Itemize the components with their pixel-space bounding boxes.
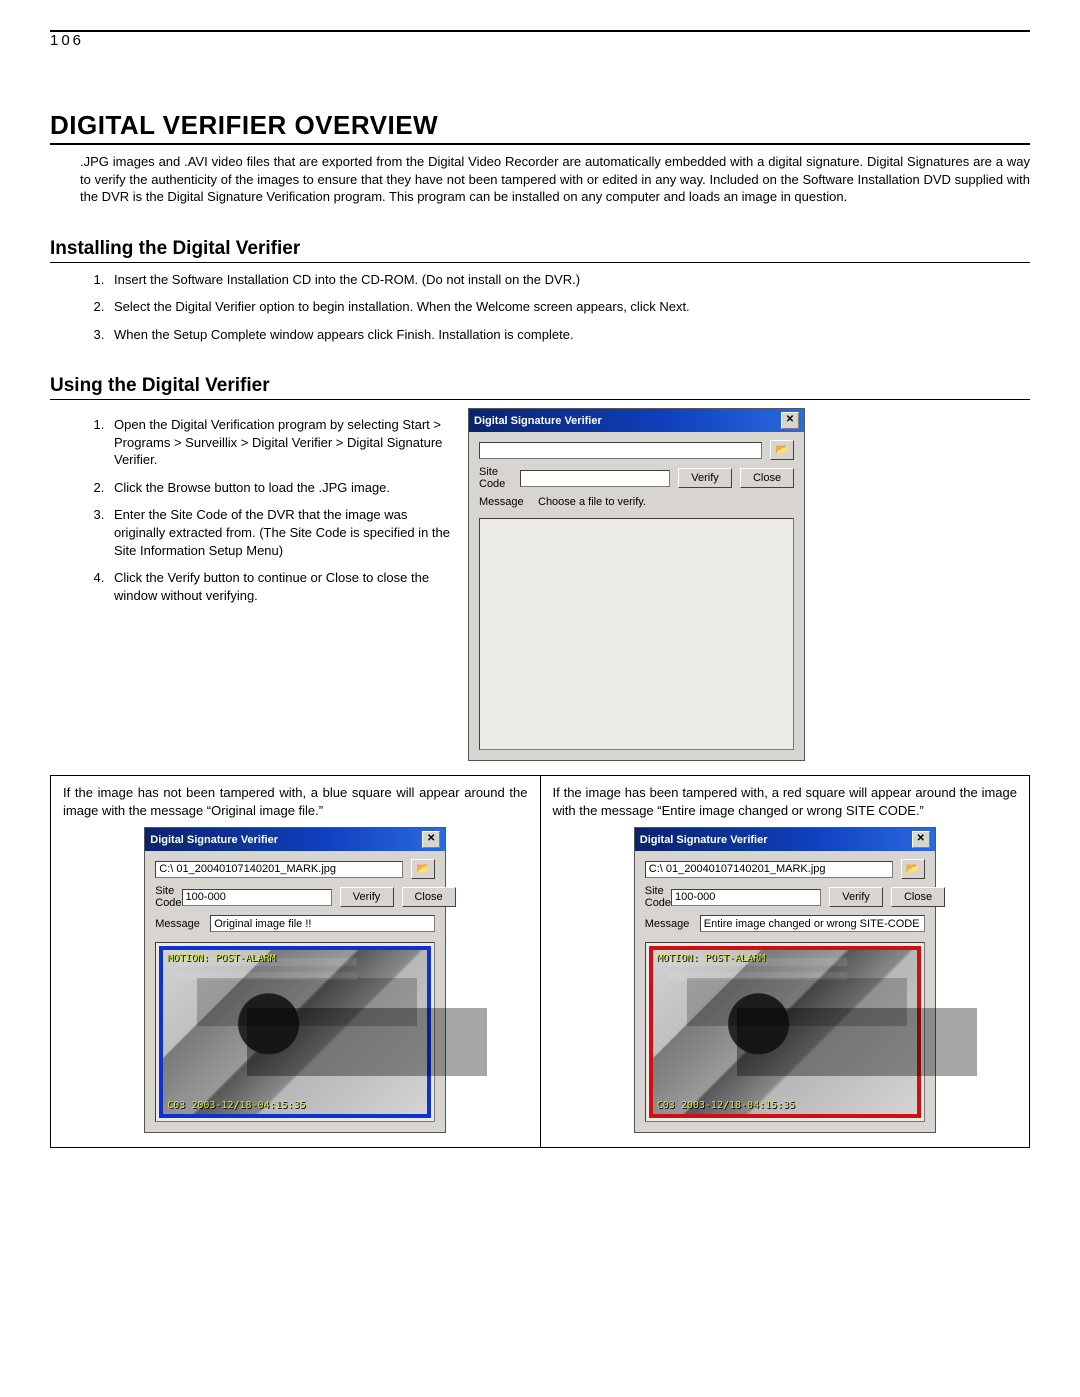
close-button[interactable]: Close — [891, 887, 945, 907]
folder-open-icon: 📂 — [906, 863, 920, 875]
list-item: Insert the Software Installation CD into… — [108, 271, 1030, 289]
sitecode-label: Site Code — [479, 466, 520, 490]
list-item: Open the Digital Verification program by… — [108, 416, 450, 469]
close-icon[interactable]: ✕ — [912, 831, 930, 848]
file-path-input[interactable] — [479, 442, 762, 459]
list-item: Enter the Site Code of the DVR that the … — [108, 506, 450, 559]
results-table: If the image has not been tampered with,… — [50, 775, 1030, 1148]
install-heading: Installing the Digital Verifier — [50, 238, 1030, 263]
close-icon[interactable]: ✕ — [781, 412, 799, 429]
browse-button[interactable]: 📂 — [901, 859, 925, 879]
list-item: When the Setup Complete window appears c… — [108, 326, 1030, 344]
using-heading: Using the Digital Verifier — [50, 375, 1030, 400]
titlebar[interactable]: Digital Signature Verifier ✕ — [145, 828, 445, 851]
verify-button[interactable]: Verify — [678, 468, 732, 488]
folder-open-icon: 📂 — [775, 444, 789, 456]
list-item: Click the Browse button to load the .JPG… — [108, 479, 450, 497]
sitecode-label: Site Code — [645, 885, 671, 909]
main-heading: DIGITAL VERIFIER OVERVIEW — [50, 110, 1030, 145]
list-item: Select the Digital Verifier option to be… — [108, 298, 1030, 316]
sitecode-input[interactable] — [520, 470, 670, 487]
file-path-input[interactable] — [155, 861, 403, 878]
message-label: Message — [155, 918, 210, 930]
cctv-overlay-bottom: C03 2003-12/18-04:15:35 — [657, 1100, 913, 1111]
cctv-overlay-top: MOTION: POST-ALARM — [657, 953, 913, 964]
message-label: Message — [479, 496, 534, 508]
list-item: Click the Verify button to continue or C… — [108, 569, 450, 604]
titlebar[interactable]: Digital Signature Verifier ✕ — [469, 409, 804, 432]
sitecode-input[interactable] — [671, 889, 821, 906]
good-result-description: If the image has not been tampered with,… — [63, 784, 528, 819]
close-icon[interactable]: ✕ — [422, 831, 440, 848]
message-text — [700, 915, 925, 932]
cctv-image: MOTION: POST-ALARM C03 2003-12/18-04:15:… — [653, 950, 917, 1114]
verifier-window-good: Digital Signature Verifier ✕ 📂 — [144, 827, 446, 1133]
page-number: 106 — [50, 32, 90, 49]
sitecode-label: Site Code — [155, 885, 181, 909]
message-label: Message — [645, 918, 700, 930]
browse-button[interactable]: 📂 — [411, 859, 435, 879]
titlebar[interactable]: Digital Signature Verifier ✕ — [635, 828, 935, 851]
message-text: Choose a file to verify. — [534, 496, 646, 508]
verified-bad-frame: MOTION: POST-ALARM C03 2003-12/18-04:15:… — [649, 946, 921, 1118]
folder-open-icon: 📂 — [416, 863, 430, 875]
window-title: Digital Signature Verifier — [150, 834, 278, 846]
browse-button[interactable]: 📂 — [770, 440, 794, 460]
cctv-overlay-bottom: C03 2003-12/18-04:15:35 — [167, 1100, 423, 1111]
image-preview-empty — [479, 518, 794, 750]
image-preview-bad: MOTION: POST-ALARM C03 2003-12/18-04:15:… — [645, 942, 925, 1122]
window-title: Digital Signature Verifier — [640, 834, 768, 846]
install-steps-list: Insert the Software Installation CD into… — [78, 271, 1030, 344]
bad-result-description: If the image has been tampered with, a r… — [553, 784, 1018, 819]
close-button[interactable]: Close — [402, 887, 456, 907]
verifier-window-bad: Digital Signature Verifier ✕ 📂 — [634, 827, 936, 1133]
file-path-input[interactable] — [645, 861, 893, 878]
sitecode-input[interactable] — [182, 889, 332, 906]
using-steps-list: Open the Digital Verification program by… — [78, 416, 450, 604]
page-header: 106 — [50, 30, 1030, 50]
cctv-overlay-top: MOTION: POST-ALARM — [167, 953, 423, 964]
close-button[interactable]: Close — [740, 468, 794, 488]
cctv-image: MOTION: POST-ALARM C03 2003-12/18-04:15:… — [163, 950, 427, 1114]
image-preview-good: MOTION: POST-ALARM C03 2003-12/18-04:15:… — [155, 942, 435, 1122]
verify-button[interactable]: Verify — [340, 887, 394, 907]
message-text — [210, 915, 435, 932]
intro-paragraph: .JPG images and .AVI video files that ar… — [80, 153, 1030, 206]
window-title: Digital Signature Verifier — [474, 415, 602, 427]
verifier-window-empty: Digital Signature Verifier ✕ 📂 Site Code… — [468, 408, 805, 761]
verify-button[interactable]: Verify — [829, 887, 883, 907]
verified-good-frame: MOTION: POST-ALARM C03 2003-12/18-04:15:… — [159, 946, 431, 1118]
